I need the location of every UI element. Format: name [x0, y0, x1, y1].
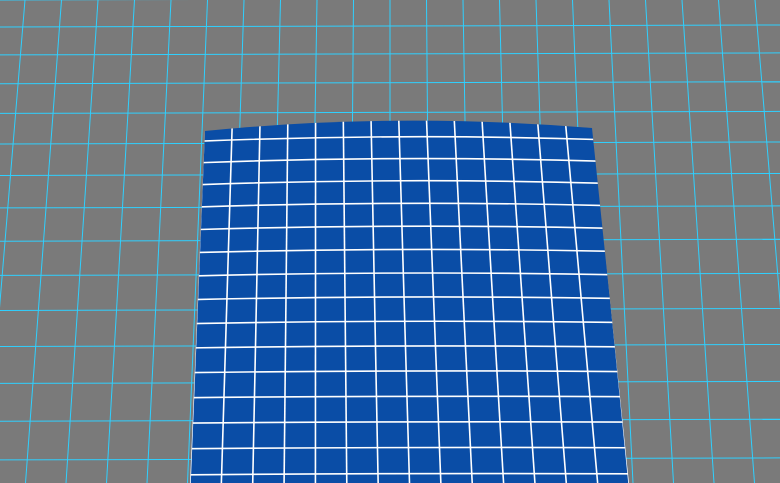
- 3d-viewport[interactable]: [0, 0, 780, 483]
- sheet[interactable]: [180, 110, 640, 483]
- scene-svg: [0, 0, 780, 483]
